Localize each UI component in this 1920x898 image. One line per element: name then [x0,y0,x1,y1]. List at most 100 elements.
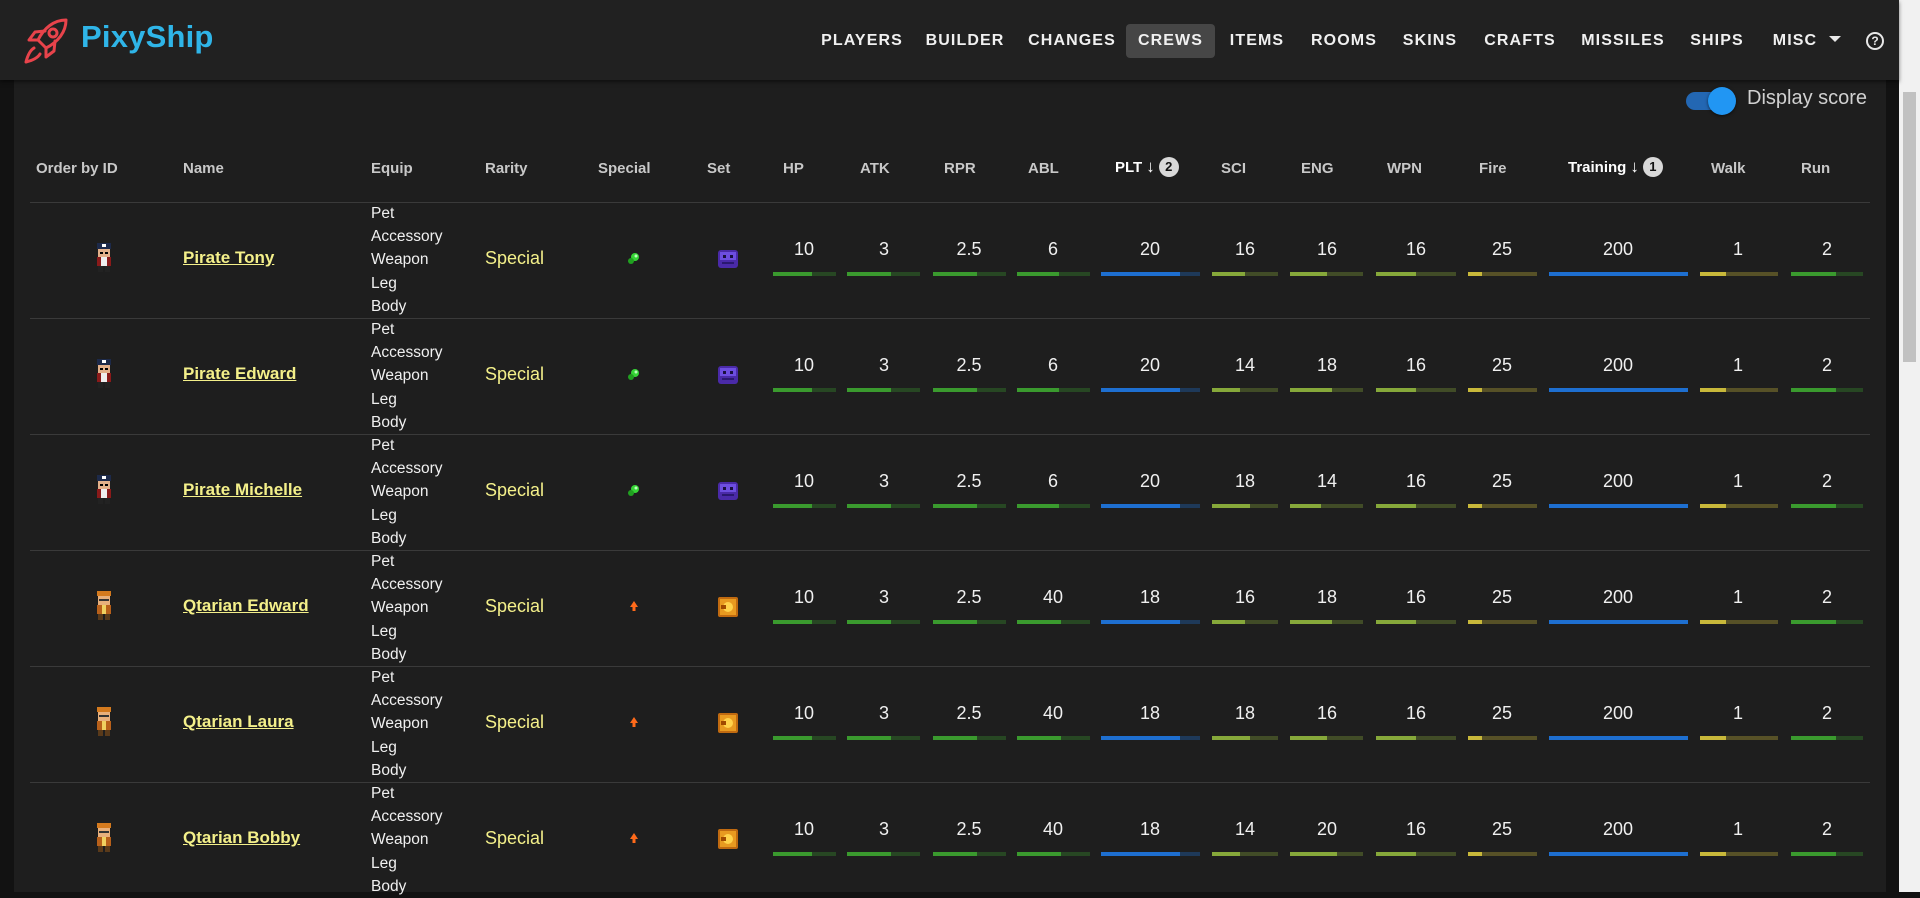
header-walk[interactable]: Walk [1711,160,1745,177]
nav-ships[interactable]: SHIPS [1685,24,1749,58]
stat-bar-atk [847,620,920,624]
crew-name-link[interactable]: Qtarian Edward [183,596,309,616]
stat-sci: 14 [1234,819,1256,839]
stat-bar-fire [1468,852,1537,856]
header-name[interactable]: Name [183,160,224,177]
stat-sci: 16 [1234,239,1256,259]
stat-bar-plt [1101,620,1200,624]
stat-bar-fill [1290,504,1321,508]
stat-rpr: 2.5 [956,819,982,839]
stat-bar-run [1791,388,1863,392]
header-sci[interactable]: SCI [1221,160,1246,177]
nav-players[interactable]: PLAYERS [814,24,910,58]
stat-fire: 25 [1491,819,1513,839]
rocket-icon[interactable] [20,14,74,68]
header-training-label: Training [1568,159,1627,176]
crew-name-link[interactable]: Pirate Tony [183,248,274,268]
stat-fire: 25 [1491,471,1513,491]
stat-bar-fill [1290,736,1327,740]
stat-bar-fill [1791,272,1836,276]
header-atk[interactable]: ATK [860,160,890,177]
brand-title[interactable]: PixyShip [81,19,214,55]
header-run[interactable]: Run [1801,160,1830,177]
nav-crafts[interactable]: CRAFTS [1479,24,1561,58]
stat-bar-run [1791,852,1863,856]
stat-fire: 25 [1491,703,1513,723]
stat-bar-fill [1700,388,1726,392]
stat-wpn: 16 [1405,239,1427,259]
header-rpr[interactable]: RPR [944,160,976,177]
stat-abl: 40 [1042,587,1064,607]
crew-avatar [97,823,111,852]
header-training[interactable]: Training ↓ 1 [1568,157,1663,177]
crew-name-link[interactable]: Pirate Edward [183,364,296,384]
stat-bar-wpn [1376,620,1456,624]
stat-bar-fill [1101,272,1180,276]
stat-bar-abl [1017,620,1090,624]
help-circle-icon[interactable]: ? [1866,32,1884,50]
equip-list: Pet Accessory Weapon Leg Body [371,202,443,318]
stat-bar-fill [847,852,891,856]
crew-name-link[interactable]: Qtarian Bobby [183,828,300,848]
header-order-by-id[interactable]: Order by ID [36,160,118,177]
nav-misc[interactable]: MISC [1766,24,1824,58]
stat-bar-walk [1700,388,1778,392]
stat-atk: 3 [878,587,889,607]
stat-bar-fill [1791,852,1836,856]
stat-bar-training [1549,272,1688,276]
display-score-toggle-thumb[interactable] [1708,87,1736,115]
equip-slot: Weapon [371,483,429,501]
stat-bar-fill [1212,620,1245,624]
header-rarity[interactable]: Rarity [485,160,528,177]
orange-arrow-icon [630,717,638,727]
crew-name-link[interactable]: Pirate Michelle [183,480,302,500]
stat-bar-fill [1017,620,1061,624]
rarity-label: Special [485,248,545,268]
header-wpn[interactable]: WPN [1387,160,1422,177]
crew-name-link[interactable]: Qtarian Laura [183,712,294,732]
stat-bar-fill [847,736,891,740]
nav-items[interactable]: ITEMS [1224,24,1290,58]
stat-sci: 18 [1234,471,1256,491]
nav-builder[interactable]: BUILDER [919,24,1011,58]
stat-bar-walk [1700,620,1778,624]
nav-rooms[interactable]: ROOMS [1306,24,1382,58]
stat-bar-abl [1017,852,1090,856]
nav-skins[interactable]: SKINS [1398,24,1462,58]
stat-bar-fire [1468,736,1537,740]
stat-training: 200 [1602,703,1634,723]
purple-box-icon [718,250,738,268]
nav-missiles[interactable]: MISSILES [1576,24,1670,58]
row-divider [30,434,1870,435]
nav-crews[interactable]: CREWS [1126,24,1215,58]
equip-slot: Body [371,413,407,431]
stat-rpr: 2.5 [956,471,982,491]
stat-fire: 25 [1491,355,1513,375]
equip-slot: Body [371,297,407,315]
stat-bar-run [1791,504,1863,508]
nav-changes[interactable]: CHANGES [1024,24,1120,58]
header-set[interactable]: Set [707,160,730,177]
arrow-down-icon: ↓ [1146,157,1155,176]
header-eng[interactable]: ENG [1301,160,1334,177]
header-equip[interactable]: Equip [371,160,413,177]
header-plt[interactable]: PLT ↓ 2 [1115,157,1179,177]
equip-slot: Leg [371,390,397,408]
equip-list: Pet Accessory Weapon Leg Body [371,550,443,666]
scrollbar-thumb[interactable] [1903,92,1916,362]
header-fire[interactable]: Fire [1479,160,1507,177]
header-hp[interactable]: HP [783,160,804,177]
stat-bar-fill [1290,620,1332,624]
header-abl[interactable]: ABL [1028,160,1059,177]
stat-bar-fire [1468,272,1537,276]
stat-bar-fill [1700,852,1726,856]
stat-bar-run [1791,620,1863,624]
display-score-label[interactable]: Display score [1747,87,1867,110]
header-special[interactable]: Special [598,160,651,177]
stat-bar-hp [773,272,836,276]
chevron-down-icon[interactable] [1829,36,1841,42]
equip-list: Pet Accessory Weapon Leg Body [371,318,443,434]
stat-plt: 20 [1139,239,1161,259]
stat-run: 2 [1821,471,1832,491]
equip-list: Pet Accessory Weapon Leg Body [371,782,443,898]
